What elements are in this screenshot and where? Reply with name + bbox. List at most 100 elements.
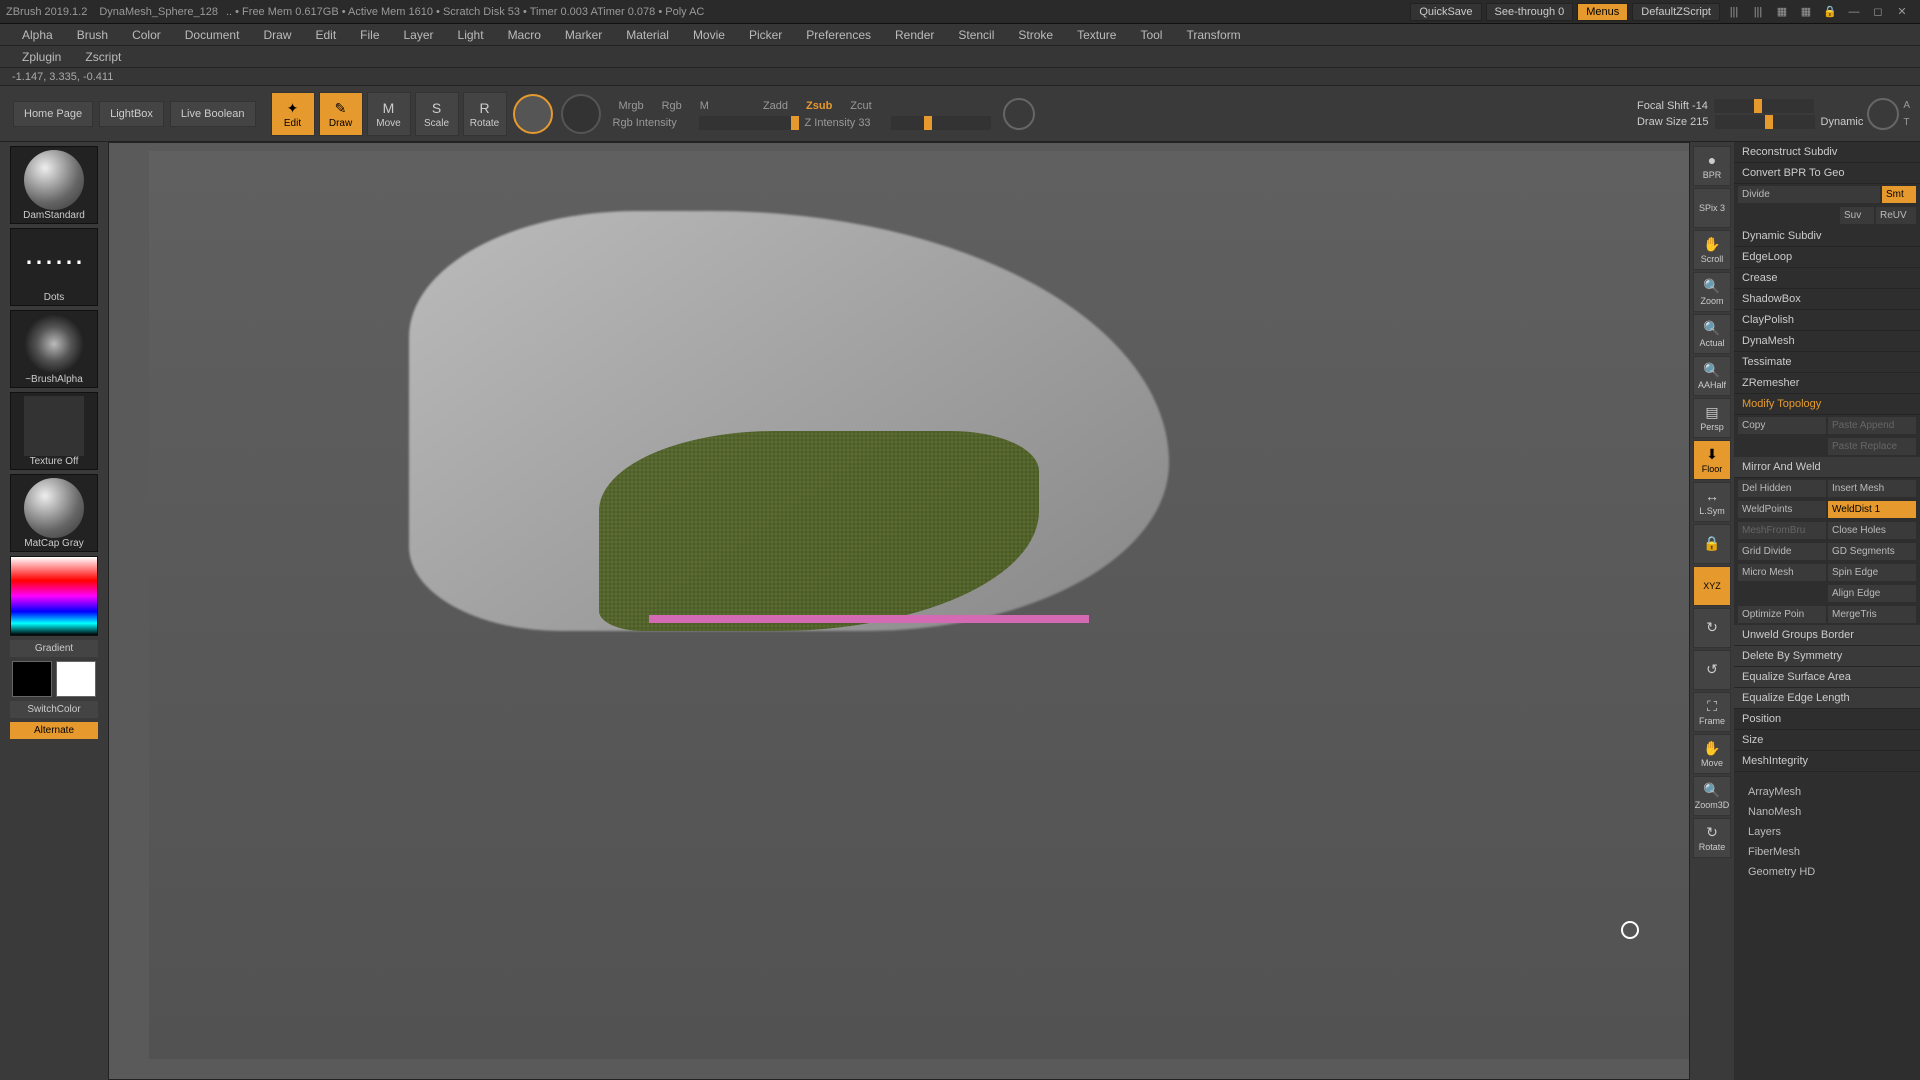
scroll-button[interactable]: ✋Scroll — [1693, 230, 1731, 270]
rot-z-button[interactable]: ↺ — [1693, 650, 1731, 690]
paste-replace-button[interactable]: Paste Replace — [1828, 438, 1916, 455]
lock-icon[interactable]: 🔒 — [1822, 4, 1838, 20]
merge-tris-button[interactable]: MergeTris — [1828, 606, 1916, 623]
close-holes-button[interactable]: Close Holes — [1828, 522, 1916, 539]
live-boolean-button[interactable]: Live Boolean — [170, 101, 256, 127]
switchcolor-button[interactable]: SwitchColor — [10, 701, 98, 718]
dynamic-subdiv[interactable]: Dynamic Subdiv — [1734, 226, 1920, 247]
mesh-from-brush-button[interactable]: MeshFromBru — [1738, 522, 1826, 539]
draw-size-slider[interactable] — [1715, 115, 1815, 129]
color-picker[interactable] — [10, 556, 98, 636]
menu-stroke[interactable]: Stroke — [1006, 28, 1065, 42]
bpr-button[interactable]: ●BPR — [1693, 146, 1731, 186]
crease[interactable]: Crease — [1734, 268, 1920, 289]
reuv-button[interactable]: ReUV — [1876, 207, 1916, 224]
smt-button[interactable]: Smt — [1882, 186, 1916, 203]
rgb-button[interactable]: Rgb — [656, 98, 688, 114]
move-button[interactable]: ✋Move — [1693, 734, 1731, 774]
zsub-button[interactable]: Zsub — [800, 98, 838, 114]
menus-button[interactable]: Menus — [1577, 3, 1628, 21]
spix-button[interactable]: SPix 3 — [1693, 188, 1731, 228]
spin-edge-button[interactable]: Spin Edge — [1828, 564, 1916, 581]
tessimate[interactable]: Tessimate — [1734, 352, 1920, 373]
defaultzscript-button[interactable]: DefaultZScript — [1632, 3, 1720, 21]
s-dial[interactable] — [1003, 98, 1035, 130]
grid-icon[interactable]: ▦ — [1774, 4, 1790, 20]
menu-zplugin[interactable]: Zplugin — [10, 50, 73, 64]
seethrough-button[interactable]: See-through 0 — [1486, 3, 1574, 21]
rot-y-button[interactable]: ↻ — [1693, 608, 1731, 648]
z-intensity-slider[interactable] — [891, 116, 991, 130]
d-dial[interactable] — [1867, 98, 1899, 130]
sculptris-button[interactable] — [561, 94, 601, 134]
copy-button[interactable]: Copy — [1738, 417, 1826, 434]
menu-preferences[interactable]: Preferences — [794, 28, 883, 42]
tick2-icon[interactable]: ||| — [1750, 4, 1766, 20]
claypolish[interactable]: ClayPolish — [1734, 310, 1920, 331]
gd-segments-button[interactable]: GD Segments — [1828, 543, 1916, 560]
menu-file[interactable]: File — [348, 28, 391, 42]
size[interactable]: Size — [1734, 730, 1920, 751]
grid2-icon[interactable]: ▦ — [1798, 4, 1814, 20]
edit-mode-button[interactable]: ✦Edit — [271, 92, 315, 136]
menu-layer[interactable]: Layer — [392, 28, 446, 42]
menu-marker[interactable]: Marker — [553, 28, 614, 42]
zoom3d-button[interactable]: 🔍Zoom3D — [1693, 776, 1731, 816]
suv-button[interactable]: Suv — [1840, 207, 1874, 224]
canvas[interactable] — [149, 151, 1689, 1059]
menu-color[interactable]: Color — [120, 28, 173, 42]
edgeloop[interactable]: EdgeLoop — [1734, 247, 1920, 268]
menu-zscript[interactable]: Zscript — [73, 50, 133, 64]
floor-button[interactable]: ⬇Floor — [1693, 440, 1731, 480]
del-hidden-button[interactable]: Del Hidden — [1738, 480, 1826, 497]
unweld-groups[interactable]: Unweld Groups Border — [1734, 625, 1920, 646]
fibermesh[interactable]: FiberMesh — [1734, 842, 1920, 862]
arraymesh[interactable]: ArrayMesh — [1734, 782, 1920, 802]
actual-button[interactable]: 🔍Actual — [1693, 314, 1731, 354]
alpha-tile[interactable]: ~BrushAlpha — [10, 310, 98, 388]
alternate-button[interactable]: Alternate — [10, 722, 98, 739]
quicksave-button[interactable]: QuickSave — [1410, 3, 1481, 21]
color-swatch-black[interactable] — [12, 661, 52, 697]
menu-macro[interactable]: Macro — [496, 28, 553, 42]
persp-button[interactable]: ▤Persp — [1693, 398, 1731, 438]
weld-points-button[interactable]: WeldPoints — [1738, 501, 1826, 518]
color-swatch-white[interactable] — [56, 661, 96, 697]
menu-picker[interactable]: Picker — [737, 28, 794, 42]
mrgb-button[interactable]: Mrgb — [613, 98, 650, 114]
menu-brush[interactable]: Brush — [65, 28, 120, 42]
menu-transform[interactable]: Transform — [1174, 28, 1252, 42]
optimize-button[interactable]: Optimize Poin — [1738, 606, 1826, 623]
scale-mode-button[interactable]: SScale — [415, 92, 459, 136]
texture-tile[interactable]: Texture Off — [10, 392, 98, 470]
zremesher[interactable]: ZRemesher — [1734, 373, 1920, 394]
zcut-button[interactable]: Zcut — [844, 98, 877, 114]
menu-stencil[interactable]: Stencil — [946, 28, 1006, 42]
geometry-hd[interactable]: Geometry HD — [1734, 862, 1920, 882]
align-edge-button[interactable]: Align Edge — [1828, 585, 1916, 602]
viewport[interactable] — [108, 142, 1690, 1080]
insert-mesh-button[interactable]: Insert Mesh — [1828, 480, 1916, 497]
rgb-intensity-slider[interactable] — [699, 116, 799, 130]
layers[interactable]: Layers — [1734, 822, 1920, 842]
grid-divide-button[interactable]: Grid Divide — [1738, 543, 1826, 560]
stroke-tile[interactable]: ⋯⋯Dots — [10, 228, 98, 306]
menu-document[interactable]: Document — [173, 28, 252, 42]
mesh-integrity[interactable]: MeshIntegrity — [1734, 751, 1920, 772]
equalize-edge[interactable]: Equalize Edge Length — [1734, 688, 1920, 709]
mirror-weld[interactable]: Mirror And Weld — [1734, 457, 1920, 478]
zoom-button[interactable]: 🔍Zoom — [1693, 272, 1731, 312]
maximize-icon[interactable]: ◻ — [1870, 4, 1886, 20]
menu-movie[interactable]: Movie — [681, 28, 737, 42]
menu-edit[interactable]: Edit — [303, 28, 348, 42]
lock-button[interactable]: 🔒 — [1693, 524, 1731, 564]
menu-light[interactable]: Light — [446, 28, 496, 42]
frame-button[interactable]: ⛶Frame — [1693, 692, 1731, 732]
nanomesh[interactable]: NanoMesh — [1734, 802, 1920, 822]
m-button[interactable]: M — [694, 98, 715, 114]
xyz-button[interactable]: XYZ — [1693, 566, 1731, 606]
menu-tool[interactable]: Tool — [1128, 28, 1174, 42]
equalize-area[interactable]: Equalize Surface Area — [1734, 667, 1920, 688]
shadowbox[interactable]: ShadowBox — [1734, 289, 1920, 310]
lightbox-button[interactable]: LightBox — [99, 101, 164, 127]
